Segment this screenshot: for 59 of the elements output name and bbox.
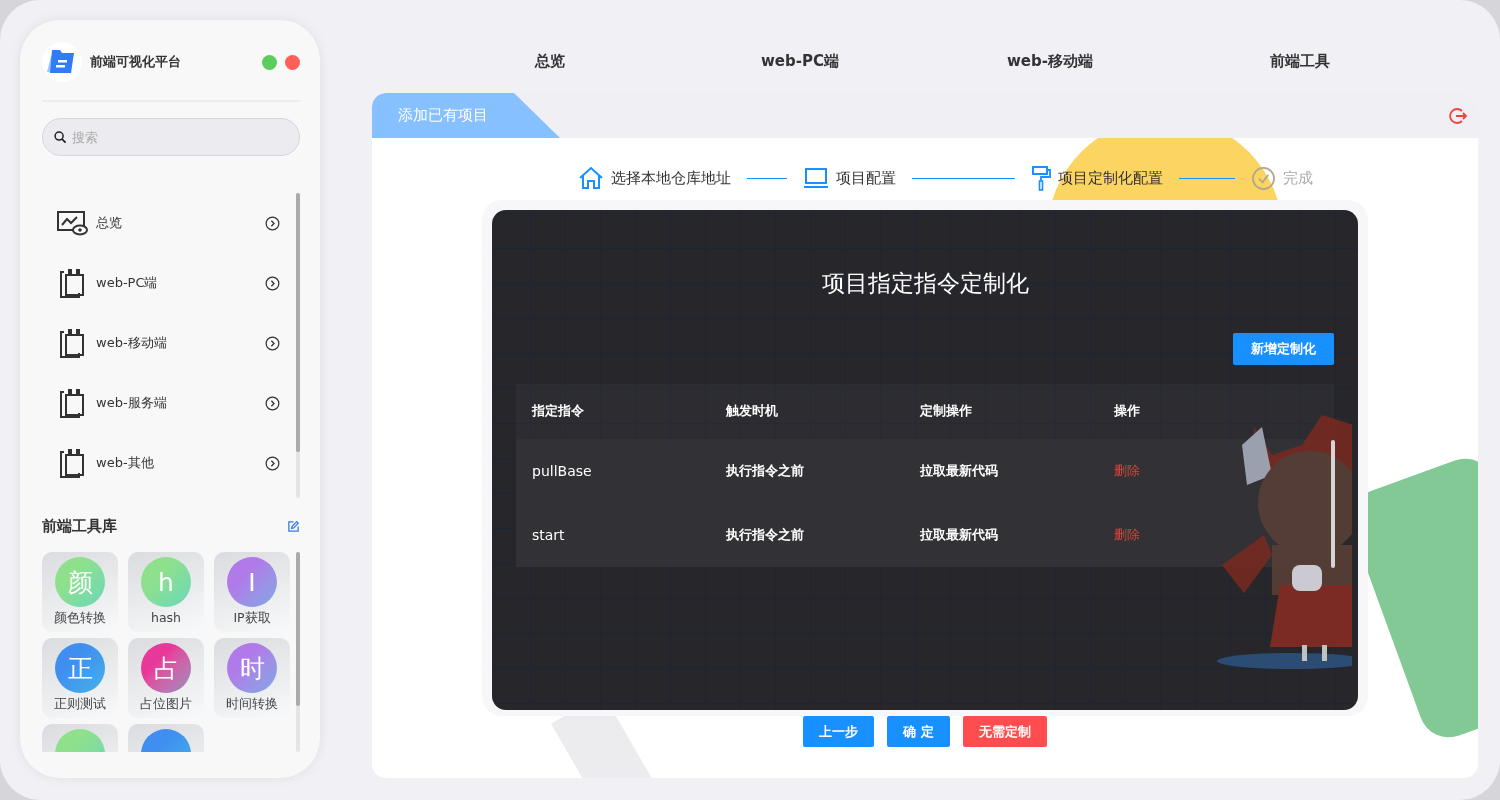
step-label: 选择本地仓库地址 xyxy=(610,168,731,188)
tool-label: IP获取 xyxy=(233,610,271,627)
tool-label: 占位图片 xyxy=(140,696,192,713)
tool-avatar: 占 xyxy=(141,643,191,693)
column-header: 操作 xyxy=(1114,403,1141,420)
chevron-circle-icon xyxy=(265,215,280,231)
tool-tile[interactable]: 颜 颜色转换 xyxy=(42,552,118,632)
top-nav-link[interactable]: web-PC端 xyxy=(761,51,839,71)
exit-icon[interactable] xyxy=(1448,105,1468,126)
table-cell-text: 拉取最新代码 xyxy=(920,526,999,544)
top-nav-link[interactable]: web-移动端 xyxy=(1007,51,1093,71)
table-cell-text: 拉取最新代码 xyxy=(920,462,999,480)
top-nav-link[interactable]: 总览 xyxy=(535,51,565,71)
tool-label: hash xyxy=(151,610,181,625)
tool-tile[interactable]: I IP获取 xyxy=(214,552,290,632)
search-icon xyxy=(54,131,67,144)
scrollbar-thumb[interactable] xyxy=(1331,440,1335,568)
table-cell-text: start xyxy=(532,527,566,543)
sidebar-item[interactable]: web-PC端 xyxy=(56,253,296,313)
tool-label: 正则测试 xyxy=(54,696,106,713)
tool-tile[interactable]: 占 占位图片 xyxy=(128,638,204,718)
tool-label: 颜色转换 xyxy=(54,610,106,627)
sidebar-item[interactable]: 总览 xyxy=(56,193,296,253)
scrollbar-thumb[interactable] xyxy=(296,552,300,706)
column-header: 触发时机 xyxy=(726,403,779,420)
step-label: 完成 xyxy=(1282,168,1313,188)
tool-avatar: 正 xyxy=(55,643,105,693)
tool-avatar: I xyxy=(227,557,277,607)
search-field[interactable]: 搜索 xyxy=(42,118,300,156)
tool-label: 时间转换 xyxy=(226,696,278,713)
tool-tile[interactable]: 正 正则测试 xyxy=(42,638,118,718)
tool-avatar: 时 xyxy=(227,643,277,693)
chart-eye-icon xyxy=(56,209,88,237)
table-cell-text: 执行指令之前 xyxy=(726,462,805,480)
chevron-circle-icon xyxy=(265,395,280,411)
folder-logo-icon xyxy=(42,42,82,82)
table-cell-text: 执行指令之前 xyxy=(726,526,805,544)
step-label: 项目配置 xyxy=(835,168,896,188)
tool-tile[interactable]: h hash xyxy=(128,552,204,632)
tool-avatar: h xyxy=(141,557,191,607)
sidebar-item[interactable]: web-其他 xyxy=(56,433,296,493)
maximize-dot-icon[interactable] xyxy=(262,54,277,70)
table-cell-text: pullBase xyxy=(532,463,593,479)
app-title: 前端可视化平台 xyxy=(90,53,182,71)
chevron-circle-icon xyxy=(265,335,280,351)
sidebar-item[interactable]: web-服务端 xyxy=(56,373,296,433)
card-title: 项目指定指令定制化 xyxy=(820,269,1030,298)
edit-icon[interactable] xyxy=(287,519,300,533)
sidebar-item[interactable]: web-移动端 xyxy=(56,313,296,373)
section-title: 前端工具库 xyxy=(42,516,117,536)
close-dot-icon[interactable] xyxy=(285,54,300,70)
column-header: 定制操作 xyxy=(920,403,973,420)
top-nav-link[interactable]: 前端工具 xyxy=(1270,51,1330,71)
chevron-circle-icon xyxy=(265,455,280,471)
column-header: 指定指令 xyxy=(532,403,585,420)
chevron-circle-icon xyxy=(265,275,280,291)
tool-avatar: 颜 xyxy=(55,557,105,607)
scrollbar-thumb[interactable] xyxy=(296,193,300,453)
tool-tile[interactable]: 时 时间转换 xyxy=(214,638,290,718)
